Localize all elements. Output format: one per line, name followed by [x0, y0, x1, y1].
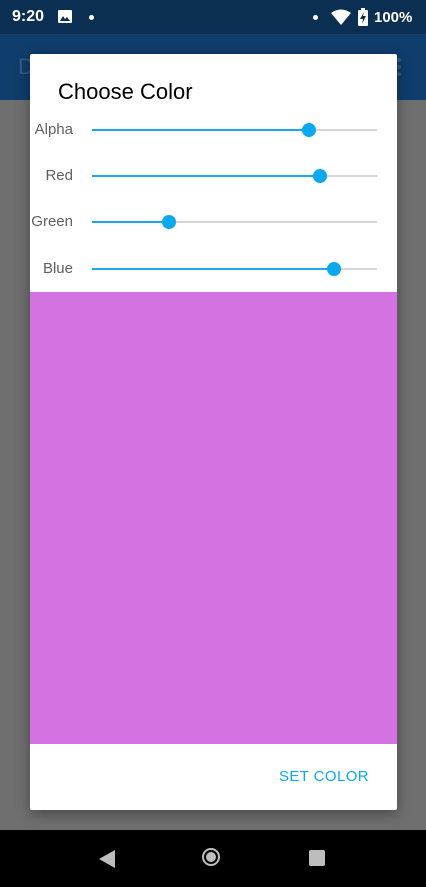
battery-level: 100% [374, 9, 413, 26]
alpha-slider-row: Alpha [30, 115, 397, 145]
home-icon[interactable] [202, 848, 220, 866]
green-label: Green [31, 213, 73, 230]
blue-slider-fill [92, 268, 335, 270]
green-slider-row: Green [30, 207, 397, 237]
green-slider[interactable] [92, 215, 377, 229]
blue-label: Blue [42, 260, 73, 277]
red-label: Red [45, 167, 73, 184]
alpha-slider[interactable] [92, 123, 377, 137]
wifi-icon [331, 9, 351, 25]
recents-icon[interactable] [309, 850, 325, 866]
green-slider-fill [92, 221, 169, 223]
notification-dot-icon [313, 15, 318, 20]
blue-slider-row: Blue [30, 254, 397, 284]
alpha-label: Alpha [34, 121, 73, 138]
red-slider-fill [92, 175, 320, 177]
choose-color-dialog: Choose Color Alpha Red Green Blue SET CO… [30, 54, 397, 810]
status-time: 9:20 [12, 8, 45, 25]
alpha-slider-fill [92, 129, 309, 131]
battery-charging-icon [358, 8, 368, 26]
color-preview [30, 292, 397, 744]
notification-dot-icon [89, 15, 94, 20]
blue-slider[interactable] [92, 262, 377, 276]
red-slider[interactable] [92, 169, 377, 183]
green-slider-thumb[interactable] [161, 215, 176, 229]
back-icon[interactable] [99, 850, 115, 868]
set-color-button[interactable]: SET COLOR [279, 768, 369, 785]
navigation-bar [0, 830, 426, 887]
overflow-menu-icon [397, 58, 402, 79]
blue-slider-thumb[interactable] [327, 262, 342, 276]
red-slider-thumb[interactable] [313, 169, 327, 183]
status-bar: 9:20 100% [0, 0, 426, 34]
dialog-title: Choose Color [58, 79, 193, 104]
red-slider-row: Red [30, 161, 397, 191]
photo-icon [58, 10, 72, 23]
alpha-slider-thumb[interactable] [301, 123, 316, 137]
